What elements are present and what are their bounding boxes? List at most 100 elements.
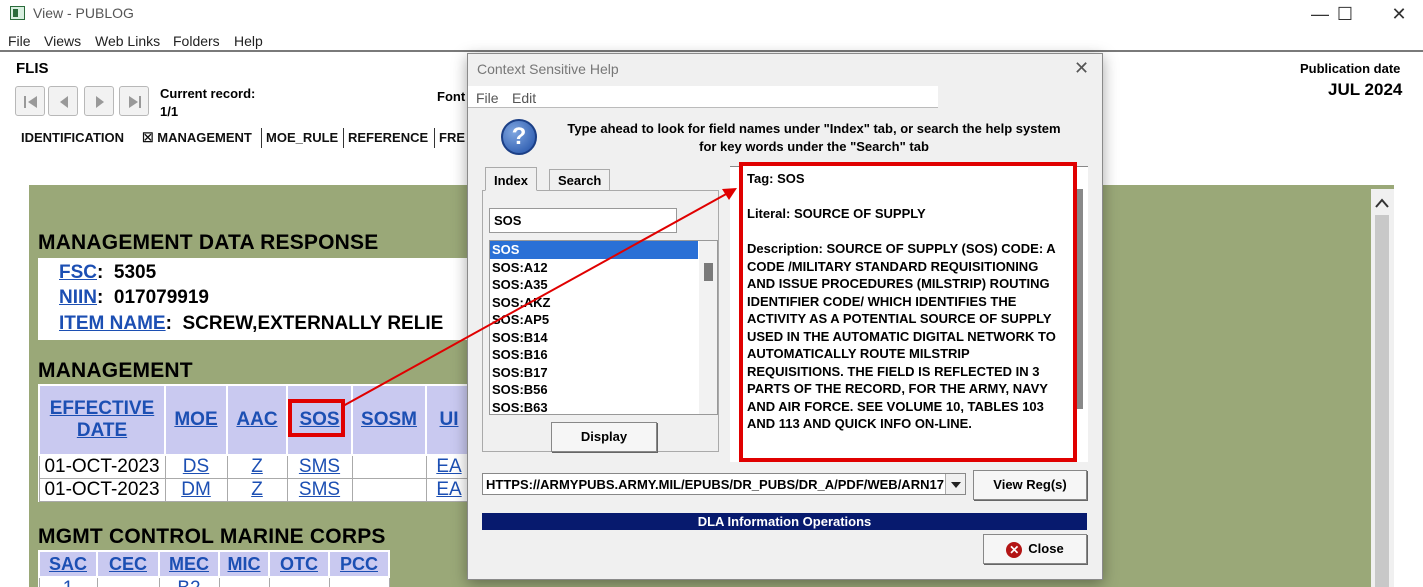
previous-record-button[interactable] bbox=[48, 86, 78, 116]
dialog-close-icon[interactable]: ✕ bbox=[1074, 58, 1089, 79]
cell-sosm bbox=[351, 454, 427, 479]
display-button[interactable]: Display bbox=[551, 422, 657, 452]
ui-link[interactable]: EA bbox=[436, 479, 461, 500]
list-item[interactable]: SOS:B63 bbox=[490, 399, 698, 415]
first-record-button[interactable] bbox=[15, 86, 45, 116]
header-sosm[interactable]: SOSM bbox=[351, 384, 427, 456]
list-item[interactable]: SOS bbox=[490, 241, 698, 259]
cell-otc bbox=[268, 576, 330, 587]
scroll-up-icon[interactable] bbox=[1371, 191, 1394, 215]
title-bar: View - PUBLOG — ☐ ✕ bbox=[0, 0, 1423, 28]
context-help-dialog: Context Sensitive Help ✕ File Edit ? Typ… bbox=[467, 53, 1103, 580]
view-regs-button[interactable]: View Reg(s) bbox=[973, 470, 1087, 500]
menu-web-links[interactable]: Web Links bbox=[95, 33, 160, 49]
header-pcc[interactable]: PCC bbox=[328, 550, 390, 578]
menu-views[interactable]: Views bbox=[44, 33, 81, 49]
list-item[interactable]: SOS:B17 bbox=[490, 364, 698, 382]
tab-identification[interactable]: IDENTIFICATION bbox=[21, 130, 124, 145]
last-record-button[interactable] bbox=[119, 86, 149, 116]
font-label: Font bbox=[437, 89, 466, 104]
url-dropdown-arrow[interactable] bbox=[945, 474, 965, 494]
close-button[interactable]: ✕ Close bbox=[983, 534, 1087, 564]
management-data-response-title: MANAGEMENT DATA RESPONSE bbox=[38, 231, 379, 254]
dialog-title: Context Sensitive Help bbox=[477, 61, 619, 77]
moe-link[interactable]: DS bbox=[183, 456, 209, 477]
header-otc[interactable]: OTC bbox=[268, 550, 330, 578]
header-effective-date[interactable]: EFFECTIVE DATE bbox=[38, 384, 166, 456]
cell-cec bbox=[96, 576, 160, 587]
instructions-line-2: for key words under the "Search" tab bbox=[699, 139, 929, 154]
chevron-down-icon bbox=[951, 482, 961, 488]
menu-file[interactable]: File bbox=[8, 33, 31, 49]
help-tag: Tag: SOS bbox=[747, 171, 805, 186]
maximize-button[interactable]: ☐ bbox=[1322, 2, 1368, 26]
table-row: 01-OCT-2023 DS Z SMS EA bbox=[38, 454, 473, 479]
aac-link[interactable]: Z bbox=[251, 479, 263, 500]
tab-management[interactable]: ☒ MANAGEMENT bbox=[142, 130, 252, 146]
item-name-value: SCREW,EXTERNALLY RELIE bbox=[182, 313, 444, 334]
index-list[interactable]: SOS SOS:A12 SOS:A35 SOS:AKZ SOS:AP5 SOS:… bbox=[489, 240, 718, 415]
sos-highlight-box bbox=[288, 399, 345, 437]
sac-link[interactable]: 1 bbox=[63, 578, 74, 587]
item-name-link[interactable]: ITEM NAME bbox=[59, 313, 166, 334]
list-item[interactable]: SOS:AKZ bbox=[490, 294, 698, 312]
next-icon bbox=[96, 96, 104, 108]
table-row: 1 B2 bbox=[38, 576, 390, 587]
app-icon bbox=[10, 6, 25, 20]
sos-link[interactable]: SMS bbox=[299, 456, 340, 477]
tab-moe-rule[interactable]: MOE_RULE bbox=[266, 130, 338, 145]
list-item[interactable]: SOS:B14 bbox=[490, 329, 698, 347]
niin-value: 017079919 bbox=[113, 287, 209, 308]
tab-reference[interactable]: REFERENCE bbox=[348, 130, 428, 145]
list-scroll-thumb[interactable] bbox=[704, 263, 713, 281]
dialog-menu-edit[interactable]: Edit bbox=[512, 90, 536, 106]
dla-footer-bar: DLA Information Operations bbox=[482, 513, 1087, 530]
publication-date-value: JUL 2024 bbox=[1328, 80, 1403, 99]
tab-search[interactable]: Search bbox=[549, 169, 611, 190]
list-item[interactable]: SOS:A12 bbox=[490, 259, 698, 277]
header-ui[interactable]: UI bbox=[425, 384, 473, 456]
scroll-thumb[interactable] bbox=[1375, 215, 1389, 587]
header-cec[interactable]: CEC bbox=[96, 550, 160, 578]
mec-link[interactable]: B2 bbox=[177, 578, 200, 587]
first-icon bbox=[24, 96, 37, 108]
menu-help[interactable]: Help bbox=[234, 33, 263, 49]
header-moe[interactable]: MOE bbox=[164, 384, 228, 456]
niin-link[interactable]: NIIN bbox=[59, 287, 97, 308]
tab-freight[interactable]: FRE bbox=[439, 130, 465, 145]
list-item[interactable]: SOS:B16 bbox=[490, 346, 698, 364]
header-sac[interactable]: SAC bbox=[38, 550, 98, 578]
list-item[interactable]: SOS:B56 bbox=[490, 381, 698, 399]
aac-link[interactable]: Z bbox=[251, 456, 263, 477]
list-item[interactable]: SOS:AP5 bbox=[490, 311, 698, 329]
cell-pcc bbox=[328, 576, 390, 587]
close-window-button[interactable]: ✕ bbox=[1376, 2, 1422, 26]
marine-corps-table: SAC CEC MEC MIC OTC PCC 1 B2 bbox=[38, 550, 390, 587]
fsc-value: 5305 bbox=[113, 262, 157, 283]
dialog-menu-file[interactable]: File bbox=[476, 90, 499, 106]
cell-effective-date: 01-OCT-2023 bbox=[38, 454, 166, 479]
sos-link[interactable]: SMS bbox=[299, 479, 340, 500]
tab-index[interactable]: Index bbox=[485, 167, 537, 191]
list-scrollbar[interactable] bbox=[699, 241, 717, 414]
regulation-url-select[interactable]: HTTPS://ARMYPUBS.ARMY.MIL/EPUBS/DR_PUBS/… bbox=[482, 473, 966, 495]
close-button-label: Close bbox=[1028, 541, 1064, 556]
header-mec[interactable]: MEC bbox=[158, 550, 220, 578]
main-scrollbar[interactable] bbox=[1371, 189, 1394, 587]
next-record-button[interactable] bbox=[84, 86, 114, 116]
header-aac[interactable]: AAC bbox=[226, 384, 288, 456]
help-instructions: Type ahead to look for field names under… bbox=[541, 120, 1087, 156]
moe-link[interactable]: DM bbox=[181, 479, 211, 500]
ui-link[interactable]: EA bbox=[436, 456, 461, 477]
list-item[interactable]: SOS:A35 bbox=[490, 276, 698, 294]
fsc-link[interactable]: FSC bbox=[59, 262, 97, 283]
header-mic[interactable]: MIC bbox=[218, 550, 270, 578]
menu-folders[interactable]: Folders bbox=[173, 33, 220, 49]
cell-mic bbox=[218, 576, 270, 587]
help-literal: Literal: SOURCE OF SUPPLY bbox=[747, 206, 926, 221]
publication-date-label: Publication date bbox=[1300, 61, 1401, 76]
flis-label: FLIS bbox=[16, 60, 49, 77]
index-search-input[interactable]: SOS bbox=[489, 208, 677, 233]
help-question-icon: ? bbox=[501, 119, 537, 155]
cell-sosm bbox=[351, 478, 427, 502]
